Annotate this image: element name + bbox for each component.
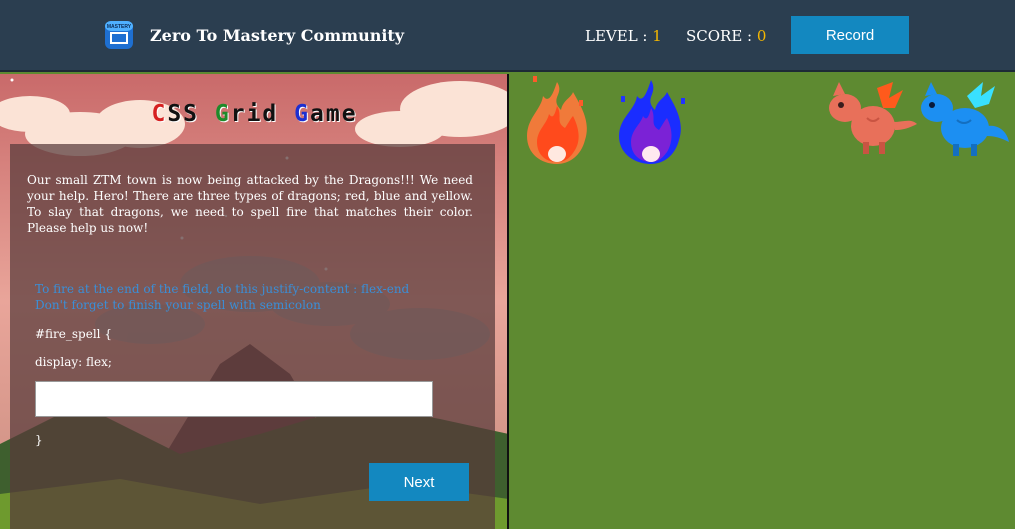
title-word-game: Game — [294, 101, 357, 127]
title-word-css: CSS — [151, 101, 199, 127]
blue-dragon-icon — [921, 82, 1009, 156]
app-title: Zero To Mastery Community — [150, 26, 405, 45]
title-letters: rid — [230, 101, 279, 127]
level-indicator: LEVEL : 1 — [585, 27, 662, 45]
hint-line: Don't forget to finish your spell with s… — [35, 298, 321, 312]
spell-input[interactable] — [35, 381, 433, 417]
intro-text: Our small ZTM town is now being attacked… — [27, 173, 473, 235]
hint-text: To fire at the end of the field, do this… — [35, 281, 435, 313]
title-letter: C — [151, 101, 168, 127]
game-title: CSS Grid Game — [0, 101, 507, 127]
score-label: SCORE : — [686, 27, 757, 45]
title-letters: ame — [310, 101, 358, 127]
record-button[interactable]: Record — [791, 16, 909, 54]
title-word-grid: Grid — [215, 101, 278, 127]
level-value: 1 — [652, 27, 662, 45]
code-close-brace: } — [35, 433, 43, 447]
svg-text:MASTERY: MASTERY — [107, 24, 132, 30]
hint-line: To fire at the end of the field, do this… — [35, 282, 410, 296]
red-fire-icon — [527, 76, 587, 164]
game-field — [511, 74, 1015, 529]
score-value: 0 — [756, 27, 767, 45]
next-button[interactable]: Next — [369, 463, 469, 501]
ztm-logo-icon: MASTERY — [105, 21, 133, 49]
score-indicator: SCORE : 0 — [686, 27, 766, 45]
instructions-panel: CSS Grid Game Our small ZTM town is now … — [0, 74, 509, 529]
top-bar: MASTERY Zero To Mastery Community LEVEL … — [0, 0, 1015, 72]
title-letter: G — [294, 101, 310, 127]
code-display-rule: display: flex; — [35, 355, 112, 369]
red-dragon-icon — [829, 82, 917, 154]
blue-fire-icon — [619, 80, 685, 164]
level-label: LEVEL : — [585, 27, 653, 45]
title-letters: SS — [167, 101, 200, 127]
title-letter: G — [214, 101, 231, 127]
code-selector: #fire_spell { — [35, 327, 112, 341]
